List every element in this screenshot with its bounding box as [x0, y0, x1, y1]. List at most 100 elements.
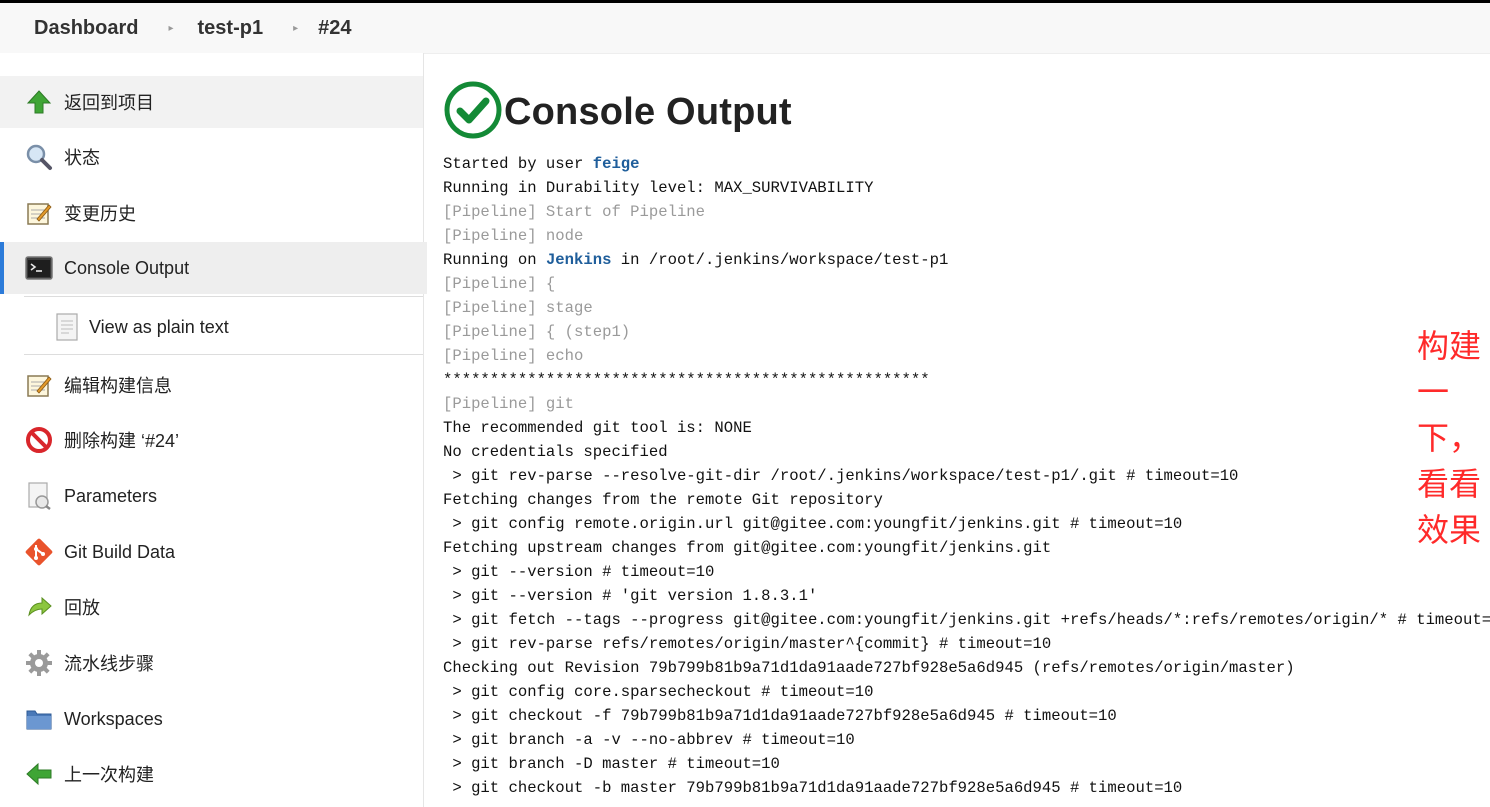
sidebar-item-changes[interactable]: 变更历史	[0, 187, 423, 239]
up-arrow-icon	[24, 87, 54, 117]
console-line: > git config core.sparsecheckout # timeo…	[443, 680, 1490, 704]
console-line: > git branch -a -v --no-abbrev # timeout…	[443, 728, 1490, 752]
sidebar-item-label: 删除构建 ‘#24’	[64, 431, 180, 451]
console-text: in /root/.jenkins/workspace/test-p1	[611, 251, 949, 269]
console-line: Running on Jenkins in /root/.jenkins/wor…	[443, 248, 1490, 272]
console-line: > git branch -D master # timeout=10	[443, 752, 1490, 776]
breadcrumb: Dashboard ▸ test-p1 ▸ #24	[0, 3, 1490, 54]
sidebar-item-parameters[interactable]: Parameters	[0, 470, 423, 522]
console-line: [Pipeline] stage	[443, 296, 1490, 320]
git-icon	[24, 537, 54, 567]
sidebar-item-label: 状态	[64, 148, 100, 168]
console-line: Fetching changes from the remote Git rep…	[443, 488, 1490, 512]
console-text: > git --version # timeout=10	[443, 563, 715, 581]
console-text: [Pipeline] node	[443, 227, 584, 245]
console-line: > git checkout -f 79b799b81b9a71d1da91aa…	[443, 704, 1490, 728]
page-heading: Console Output	[444, 81, 792, 144]
console-line: [Pipeline] { (step1)	[443, 320, 1490, 344]
console-line: Fetching upstream changes from git@gitee…	[443, 536, 1490, 560]
sidebar-item-label: Workspaces	[64, 708, 163, 729]
terminal-icon	[24, 253, 54, 283]
console-text: Running on	[443, 251, 546, 269]
console-text: [Pipeline] echo	[443, 347, 584, 365]
console-line: [Pipeline] node	[443, 224, 1490, 248]
magnifier-icon	[24, 142, 54, 172]
sidebar-item-label: Git Build Data	[64, 541, 176, 562]
console-line: ****************************************…	[443, 368, 1490, 392]
console-line: Running in Durability level: MAX_SURVIVA…	[443, 176, 1490, 200]
console-text: Running in Durability level: MAX_SURVIVA…	[443, 179, 874, 197]
notepad-icon	[24, 198, 54, 228]
sidebar-item-previous-build[interactable]: 上一次构建	[0, 748, 423, 800]
sidebar-item-view-plain-text[interactable]: View as plain text	[0, 301, 423, 353]
console-text: [Pipeline] { (step1)	[443, 323, 631, 341]
success-check-icon	[444, 81, 502, 144]
console-text: [Pipeline] git	[443, 395, 575, 413]
sidebar-item-label: 回放	[64, 598, 100, 618]
sidebar-item-label: View as plain text	[89, 316, 229, 337]
no-entry-icon	[24, 425, 54, 455]
console-text: > git checkout -f 79b799b81b9a71d1da91aa…	[443, 707, 1117, 725]
console-text: > git config core.sparsecheckout # timeo…	[443, 683, 874, 701]
console-text: > git fetch --tags --progress git@gitee.…	[443, 611, 1490, 629]
gear-icon	[24, 648, 54, 678]
console-line: > git rev-parse --resolve-git-dir /root/…	[443, 464, 1490, 488]
sidebar: 返回到项目 状态 变更历史 Console Output View as pla…	[0, 53, 427, 807]
console-line: [Pipeline] {	[443, 272, 1490, 296]
sidebar-item-git-build-data[interactable]: Git Build Data	[0, 526, 423, 578]
sidebar-item-replay[interactable]: 回放	[0, 581, 423, 633]
sidebar-item-status[interactable]: 状态	[0, 131, 423, 183]
console-text: Fetching upstream changes from git@gitee…	[443, 539, 1052, 557]
sidebar-item-delete-build[interactable]: 删除构建 ‘#24’	[0, 414, 423, 466]
console-line: > git --version # 'git version 1.8.3.1'	[443, 584, 1490, 608]
console-text: No credentials specified	[443, 443, 668, 461]
replay-arrow-icon	[24, 592, 54, 622]
sidebar-divider	[24, 354, 423, 355]
main-content: Console Output Started by user feige Runn…	[424, 53, 1490, 807]
parameters-icon	[24, 481, 54, 511]
console-line: > git fetch --tags --progress git@gitee.…	[443, 608, 1490, 632]
console-text: > git branch -a -v --no-abbrev # timeout…	[443, 731, 855, 749]
sidebar-item-label: 返回到项目	[64, 93, 154, 113]
console-link[interactable]: Jenkins	[546, 251, 612, 269]
sidebar-item-pipeline-steps[interactable]: 流水线步骤	[0, 637, 423, 689]
console-line: Started by user feige	[443, 152, 1490, 176]
sidebar-item-workspaces[interactable]: Workspaces	[0, 693, 423, 745]
sidebar-item-label: 编辑构建信息	[64, 376, 172, 396]
console-line: No credentials specified	[443, 440, 1490, 464]
console-text: > git --version # 'git version 1.8.3.1'	[443, 587, 818, 605]
breadcrumb-separator-icon: ▸	[168, 22, 174, 34]
breadcrumb-build[interactable]: #24	[318, 17, 351, 40]
sidebar-divider	[24, 296, 423, 297]
breadcrumb-project[interactable]: test-p1	[198, 17, 264, 40]
sidebar-item-label: 变更历史	[64, 204, 136, 224]
notepad-edit-icon	[24, 370, 54, 400]
console-text: [Pipeline] Start of Pipeline	[443, 203, 706, 221]
console-text: Fetching changes from the remote Git rep…	[443, 491, 883, 509]
console-line: > git config remote.origin.url git@gitee…	[443, 512, 1490, 536]
breadcrumb-separator-icon: ▸	[293, 22, 299, 34]
console-text: The recommended git tool is: NONE	[443, 419, 752, 437]
console-output[interactable]: Started by user feige Running in Durabili…	[443, 152, 1490, 800]
console-line: The recommended git tool is: NONE	[443, 416, 1490, 440]
sidebar-item-console-output[interactable]: Console Output	[0, 242, 427, 294]
console-link[interactable]: feige	[593, 155, 640, 173]
sidebar-item-label: Parameters	[64, 485, 158, 506]
console-text: > git branch -D master # timeout=10	[443, 755, 780, 773]
console-line: [Pipeline] echo	[443, 344, 1490, 368]
console-text: Checking out Revision 79b799b81b9a71d1da…	[443, 659, 1295, 677]
folder-icon	[24, 704, 54, 734]
console-text: > git config remote.origin.url git@gitee…	[443, 515, 1183, 533]
console-text: > git rev-parse refs/remotes/origin/mast…	[443, 635, 1052, 653]
console-text: > git checkout -b master 79b799b81b9a71d…	[443, 779, 1183, 797]
back-arrow-icon	[24, 759, 54, 789]
sidebar-item-back-to-project[interactable]: 返回到项目	[0, 76, 423, 128]
console-line: Checking out Revision 79b799b81b9a71d1da…	[443, 656, 1490, 680]
sidebar-item-label: 流水线步骤	[64, 654, 154, 674]
console-line: > git --version # timeout=10	[443, 560, 1490, 584]
console-text: [Pipeline] {	[443, 275, 556, 293]
console-text: [Pipeline] stage	[443, 299, 593, 317]
breadcrumb-dashboard[interactable]: Dashboard	[34, 17, 138, 40]
sidebar-item-edit-build-info[interactable]: 编辑构建信息	[0, 359, 423, 411]
page-title: Console Output	[504, 91, 792, 133]
